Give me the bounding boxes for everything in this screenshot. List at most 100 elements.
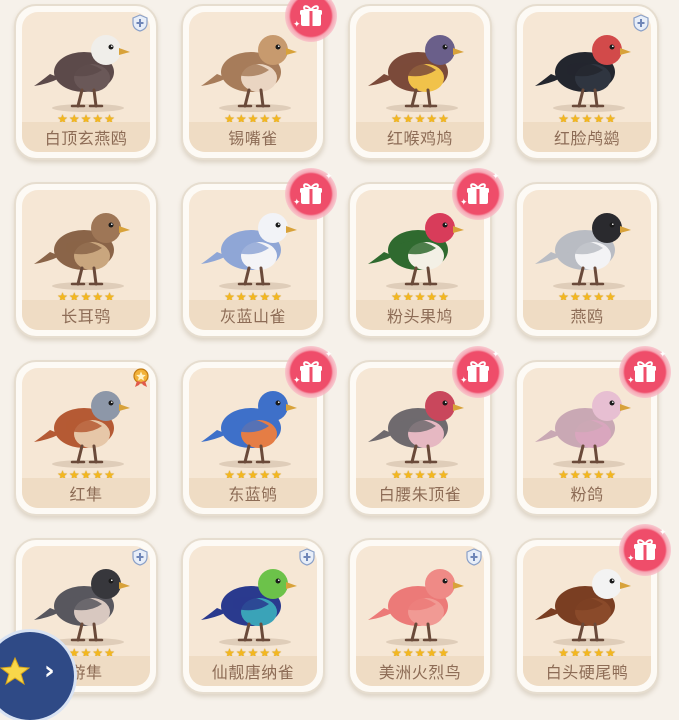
- bird-name-bar: 灰蓝山雀: [189, 300, 317, 330]
- bird-collection-grid: ★ ★ ★ ★ ★ 白顶玄燕鸥 ★ ★ ★ ★ ★ 锡嘴雀 ✦ ★ ★ ★ ★ …: [0, 0, 679, 695]
- bird-illustration: [34, 391, 130, 468]
- gift-icon: [634, 361, 656, 382]
- bird-name-bar: 红脸鸬鹚: [523, 122, 651, 152]
- gift-button[interactable]: ✦✦: [619, 346, 671, 398]
- bird-name: 红隼: [69, 485, 103, 504]
- sparkle-icon: ✦: [627, 554, 635, 564]
- bird-card-inner: ★ ★ ★ ★ ★ 红喉鸡鸠: [356, 12, 484, 152]
- bird-name-bar: 长耳鸮: [22, 300, 150, 330]
- bird-name: 粉头果鸠: [386, 307, 453, 326]
- bird-card-inner: ★ ★ ★ ★ ★ 仙靓唐纳雀: [189, 546, 317, 686]
- gift-icon: [634, 539, 656, 560]
- bird-name-bar: 白腰朱顶雀: [356, 478, 484, 508]
- sparkle-icon: ✦: [659, 528, 667, 538]
- bird-name: 美洲火烈鸟: [378, 663, 462, 682]
- bird-card[interactable]: ★ ★ ★ ★ ★ 长耳鸮: [14, 182, 158, 338]
- bird-image: [356, 546, 484, 650]
- shield-badge: [633, 14, 649, 32]
- sparkle-icon: ✦: [659, 350, 667, 360]
- sparkle-icon: ✦: [293, 198, 301, 208]
- gift-icon: [467, 183, 489, 204]
- bird-name-bar: 红喉鸡鸠: [356, 122, 484, 152]
- shield-icon: [299, 548, 315, 566]
- bird-name: 游隼: [69, 663, 103, 682]
- bird-name-bar: 粉头果鸠: [356, 300, 484, 330]
- bird-image: [356, 12, 484, 116]
- bird-card-inner: ★ ★ ★ ★ ★ 美洲火烈鸟: [356, 546, 484, 686]
- medal-icon: [133, 368, 149, 387]
- bird-card-inner: ★ ★ ★ ★ ★ 白顶玄燕鸥: [22, 12, 150, 152]
- sparkle-icon: ✦: [492, 350, 500, 360]
- bird-name-bar: 燕鸥: [523, 300, 651, 330]
- gift-icon: [300, 5, 322, 26]
- bird-name: 白头硬尾鸭: [545, 663, 629, 682]
- sparkle-icon: ✦: [460, 376, 468, 386]
- gift-icon: [467, 361, 489, 382]
- bird-image: [22, 190, 150, 294]
- bird-name: 长耳鸮: [61, 307, 111, 326]
- bird-card-inner: ★ ★ ★ ★ ★ 红隼: [22, 368, 150, 508]
- shield-icon: [633, 14, 649, 32]
- bird-name: 红脸鸬鹚: [553, 129, 620, 148]
- gift-icon: [300, 183, 322, 204]
- sparkle-icon: ✦: [492, 172, 500, 182]
- shield-badge: [132, 548, 148, 566]
- bird-card-inner: ★ ★ ★ ★ ★ 长耳鸮: [22, 190, 150, 330]
- bird-name-bar: 白顶玄燕鸥: [22, 122, 150, 152]
- shield-badge: [132, 14, 148, 32]
- shield-badge: [299, 548, 315, 566]
- sparkle-icon: ✦: [325, 172, 333, 182]
- shield-icon: [466, 548, 482, 566]
- bird-illustration: [34, 213, 130, 290]
- bird-illustration: [368, 35, 464, 112]
- bird-card-inner: ★ ★ ★ ★ ★ 燕鸥: [523, 190, 651, 330]
- shield-icon: [132, 548, 148, 566]
- bird-name-bar: 粉鸽: [523, 478, 651, 508]
- bird-name: 红喉鸡鸠: [386, 129, 453, 148]
- bird-name: 粉鸽: [570, 485, 604, 504]
- bird-name: 灰蓝山雀: [219, 307, 286, 326]
- bird-image: [189, 546, 317, 650]
- bird-name-bar: 锡嘴雀: [189, 122, 317, 152]
- gift-button[interactable]: ✦✦: [285, 168, 337, 220]
- sparkle-icon: ✦: [293, 376, 301, 386]
- gift-button[interactable]: ✦✦: [285, 346, 337, 398]
- bird-card-inner: ★ ★ ★ ★ ★ 红脸鸬鹚: [523, 12, 651, 152]
- bird-illustration: [201, 569, 297, 646]
- sparkle-icon: ✦: [325, 0, 333, 4]
- bird-illustration: [535, 213, 631, 290]
- sparkle-icon: ✦: [627, 376, 635, 386]
- bird-image: [523, 12, 651, 116]
- bird-illustration: [535, 35, 631, 112]
- bird-illustration: [368, 569, 464, 646]
- gift-icon: [300, 361, 322, 382]
- bird-name-bar: 东蓝鸲: [189, 478, 317, 508]
- sparkle-icon: ✦: [460, 198, 468, 208]
- gift-button[interactable]: ✦✦: [452, 346, 504, 398]
- bird-name: 东蓝鸲: [228, 485, 278, 504]
- bird-name-bar: 红隼: [22, 478, 150, 508]
- sparkle-icon: ✦: [325, 350, 333, 360]
- star-badge-icon: [0, 656, 30, 686]
- shield-icon: [132, 14, 148, 32]
- bird-name-bar: 仙靓唐纳雀: [189, 656, 317, 686]
- gift-button[interactable]: ✦✦: [452, 168, 504, 220]
- bird-card[interactable]: ★ ★ ★ ★ ★ 燕鸥: [515, 182, 659, 338]
- bird-name: 锡嘴雀: [228, 129, 278, 148]
- bird-image: [22, 368, 150, 472]
- bird-name: 白顶玄燕鸥: [44, 129, 128, 148]
- bird-name-bar: 白头硬尾鸭: [523, 656, 651, 686]
- bird-card[interactable]: ★ ★ ★ ★ ★ 红喉鸡鸠: [348, 4, 492, 160]
- gift-button[interactable]: ✦✦: [619, 524, 671, 576]
- medal-badge: [132, 368, 150, 388]
- sparkle-icon: ✦: [293, 20, 301, 30]
- bird-name-bar: 美洲火烈鸟: [356, 656, 484, 686]
- chevron-right-icon: ›: [44, 656, 55, 686]
- bird-name: 燕鸥: [570, 307, 604, 326]
- bird-illustration: [34, 35, 130, 112]
- shield-badge: [466, 548, 482, 566]
- bird-name: 白腰朱顶雀: [378, 485, 462, 504]
- bird-image: [523, 190, 651, 294]
- bird-name: 仙靓唐纳雀: [211, 663, 295, 682]
- bird-image: [22, 12, 150, 116]
